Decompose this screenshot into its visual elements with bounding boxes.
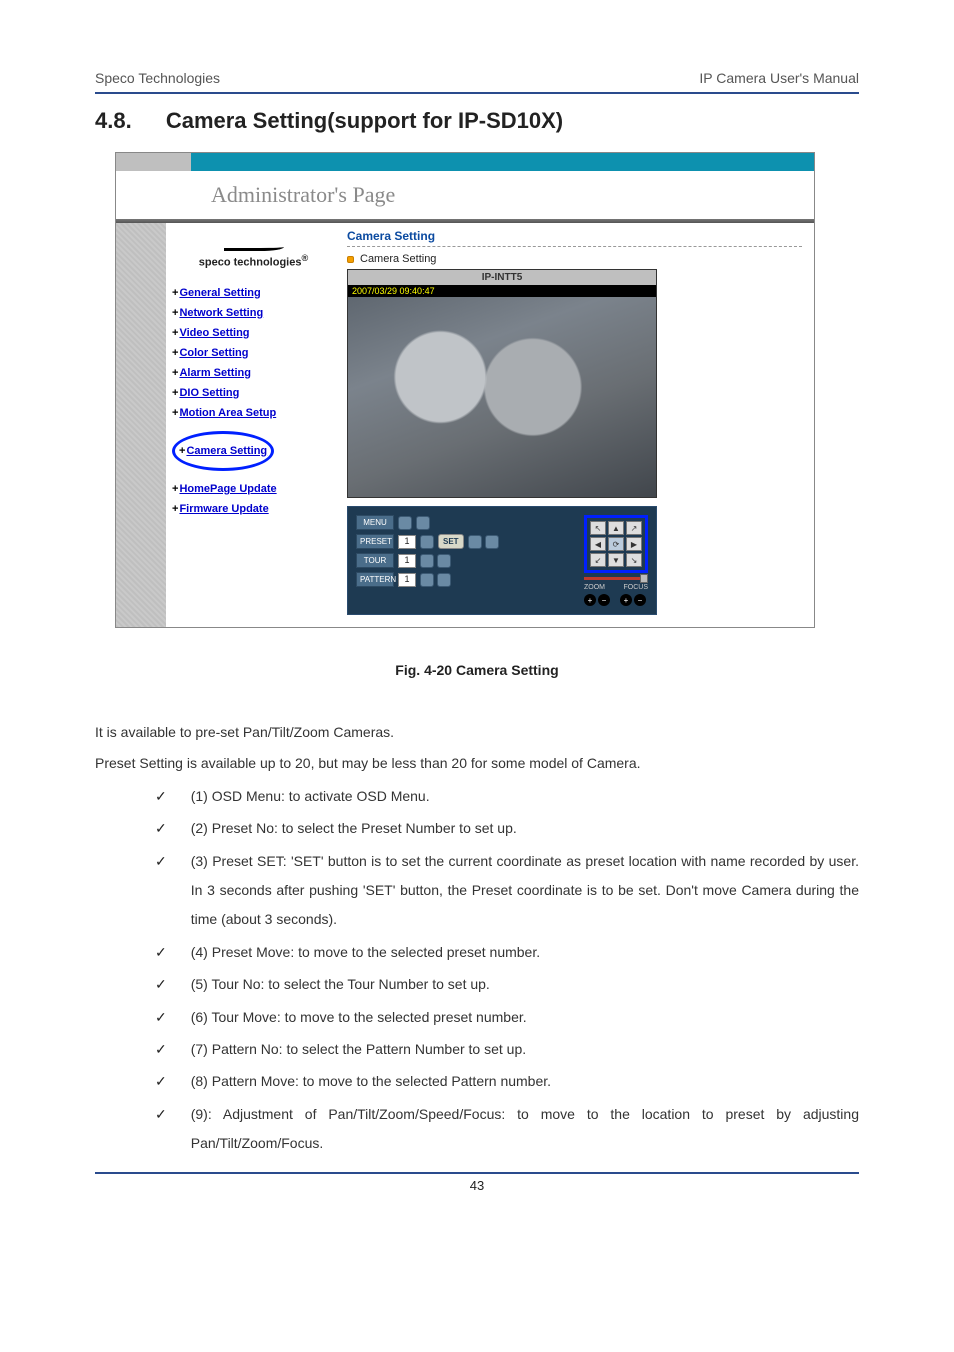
nav-item-general-setting[interactable]: General Setting <box>172 287 335 299</box>
header-right: IP Camera User's Manual <box>699 70 859 86</box>
dpad-downright[interactable]: ↘ <box>626 553 642 567</box>
zoom-label: ZOOM <box>584 584 605 591</box>
nav-item-motion-area-setup[interactable]: Motion Area Setup <box>172 407 335 419</box>
screenshot-admin-page: Administrator's Page speco technologies®… <box>115 152 815 628</box>
camera-video-preview: IP-INTT5 2007/03/29 09:40:47 <box>347 269 657 498</box>
focus-near-button[interactable]: + <box>620 594 632 606</box>
refresh-icon[interactable] <box>416 516 430 530</box>
check-icon: ✓ <box>155 1003 167 1032</box>
nav-item-camera-setting[interactable]: Camera Setting <box>179 445 267 457</box>
dpad-right[interactable]: ▶ <box>626 537 642 551</box>
list-item-text: (1) OSD Menu: to activate OSD Menu. <box>191 782 859 811</box>
admin-page-title: Administrator's Page <box>211 182 395 208</box>
nav-highlight-ellipse: Camera Setting <box>172 431 274 471</box>
section-title: 4.8. Camera Setting(support for IP-SD10X… <box>95 108 859 134</box>
list-item-text: (7) Pattern No: to select the Pattern Nu… <box>191 1035 859 1064</box>
video-caption: IP-INTT5 <box>348 270 656 285</box>
list-item-text: (5) Tour No: to select the Tour Number t… <box>191 970 859 999</box>
zoom-in-button[interactable]: + <box>584 594 596 606</box>
tour-button[interactable]: TOUR <box>356 553 394 568</box>
dpad-down[interactable]: ▼ <box>608 553 624 567</box>
preset-extra2-icon[interactable] <box>485 535 499 549</box>
list-item: ✓ (9): Adjustment of Pan/Tilt/Zoom/Speed/… <box>155 1100 859 1159</box>
page-number: 43 <box>470 1178 484 1193</box>
nav-item-network-setting[interactable]: Network Setting <box>172 307 335 319</box>
check-icon: ✓ <box>155 814 167 843</box>
list-item-text: (6) Tour Move: to move to the selected p… <box>191 1003 859 1032</box>
preset-number-input[interactable]: 1 <box>398 535 416 549</box>
panel-subtitle-row: Camera Setting <box>347 253 802 265</box>
list-item: ✓ (2) Preset No: to select the Preset Num… <box>155 814 859 843</box>
page-footer: 43 <box>95 1172 859 1193</box>
check-icon: ✓ <box>155 938 167 967</box>
admin-sidebar: speco technologies® General Setting Netwo… <box>166 223 341 627</box>
sidebar-gray-strip <box>116 223 166 627</box>
list-item: ✓ (3) Preset SET: 'SET' button is to set … <box>155 847 859 935</box>
list-item-text: (9): Adjustment of Pan/Tilt/Zoom/Speed/F… <box>191 1100 859 1159</box>
speed-slider[interactable] <box>584 577 648 580</box>
set-button[interactable]: SET <box>438 534 464 549</box>
section-number: 4.8. <box>95 108 132 134</box>
focus-far-button[interactable]: − <box>634 594 646 606</box>
tour-go-icon[interactable] <box>420 554 434 568</box>
osd-icon[interactable] <box>398 516 412 530</box>
menu-button[interactable]: MENU <box>356 515 394 530</box>
check-icon: ✓ <box>155 970 167 999</box>
dpad-highlight: ↖ ▲ ↗ ◀ ⟳ ▶ ↙ ▼ ↘ <box>584 515 648 573</box>
preset-button[interactable]: PRESET <box>356 534 394 549</box>
video-frame <box>348 297 656 497</box>
preset-go-icon[interactable] <box>420 535 434 549</box>
check-icon: ✓ <box>155 1067 167 1096</box>
nav-item-dio-setting[interactable]: DIO Setting <box>172 387 335 399</box>
list-item-text: (8) Pattern Move: to move to the selecte… <box>191 1067 859 1096</box>
header-left: Speco Technologies <box>95 70 220 86</box>
check-icon: ✓ <box>155 847 167 935</box>
page-header: Speco Technologies IP Camera User's Manu… <box>95 70 859 94</box>
check-icon: ✓ <box>155 1100 167 1159</box>
pattern-number-input[interactable]: 1 <box>398 573 416 587</box>
video-timestamp: 2007/03/29 09:40:47 <box>348 285 656 297</box>
speco-logo: speco technologies® <box>172 241 335 269</box>
check-icon: ✓ <box>155 1035 167 1064</box>
preset-extra-icon[interactable] <box>468 535 482 549</box>
tour-number-input[interactable]: 1 <box>398 554 416 568</box>
nav-item-video-setting[interactable]: Video Setting <box>172 327 335 339</box>
pattern-button[interactable]: PATTERN <box>356 572 394 587</box>
list-item-text: (3) Preset SET: 'SET' button is to set t… <box>191 847 859 935</box>
list-item: ✓ (4) Preset Move: to move to the selecte… <box>155 938 859 967</box>
pattern-go-icon[interactable] <box>420 573 434 587</box>
pattern-extra-icon[interactable] <box>437 573 451 587</box>
zoom-out-button[interactable]: − <box>598 594 610 606</box>
check-icon: ✓ <box>155 782 167 811</box>
dpad-upleft[interactable]: ↖ <box>590 521 606 535</box>
list-item: ✓ (7) Pattern No: to select the Pattern N… <box>155 1035 859 1064</box>
ptz-control-panel: MENU PRESET 1 SET TOUR <box>347 506 657 615</box>
list-item: ✓ (5) Tour No: to select the Tour Number … <box>155 970 859 999</box>
dpad-up[interactable]: ▲ <box>608 521 624 535</box>
focus-label: FOCUS <box>624 584 649 591</box>
list-item: ✓ (8) Pattern Move: to move to the select… <box>155 1067 859 1096</box>
dpad-upright[interactable]: ↗ <box>626 521 642 535</box>
dpad-left[interactable]: ◀ <box>590 537 606 551</box>
bullet-icon <box>347 256 354 263</box>
nav-item-firmware-update[interactable]: Firmware Update <box>172 503 335 515</box>
nav-item-alarm-setting[interactable]: Alarm Setting <box>172 367 335 379</box>
paragraph-1: It is available to pre-set Pan/Tilt/Zoom… <box>95 718 859 747</box>
list-item-text: (4) Preset Move: to move to the selected… <box>191 938 859 967</box>
paragraph-2: Preset Setting is available up to 20, bu… <box>95 749 859 778</box>
section-heading: Camera Setting(support for IP-SD10X) <box>166 108 563 133</box>
list-item: ✓ (1) OSD Menu: to activate OSD Menu. <box>155 782 859 811</box>
list-item: ✓ (6) Tour Move: to move to the selected … <box>155 1003 859 1032</box>
list-item-text: (2) Preset No: to select the Preset Numb… <box>191 814 859 843</box>
tour-extra-icon[interactable] <box>437 554 451 568</box>
nav-item-homepage-update[interactable]: HomePage Update <box>172 483 335 495</box>
figure-caption: Fig. 4-20 Camera Setting <box>95 662 859 678</box>
dpad-downleft[interactable]: ↙ <box>590 553 606 567</box>
panel-title: Camera Setting <box>347 229 802 247</box>
dpad-center[interactable]: ⟳ <box>608 537 624 551</box>
nav-item-color-setting[interactable]: Color Setting <box>172 347 335 359</box>
